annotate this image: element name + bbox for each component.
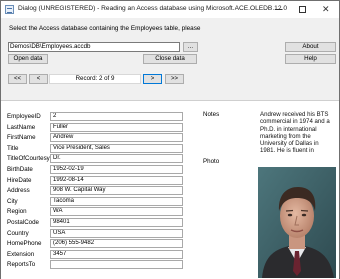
open-data-button[interactable]: Open data	[8, 54, 48, 64]
field-label: Title	[7, 145, 19, 152]
field-value-input[interactable]: 2	[50, 112, 183, 121]
field-label: HomePhone	[7, 240, 42, 247]
about-button[interactable]: About	[285, 42, 336, 52]
database-path-input[interactable]: Demos\DB\Employees.accdb	[8, 42, 180, 52]
last-record-button[interactable]: >>	[165, 74, 184, 84]
photo-label: Photo	[203, 158, 220, 165]
field-label: HireDate	[7, 177, 32, 184]
field-label: Address	[7, 187, 30, 194]
field-value-input[interactable]: Vice President, Sales	[50, 144, 183, 153]
title-bar: Dialog (UNREGISTERED) - Reading an Acces…	[1, 1, 339, 18]
record-indicator: Record: 2 of 9	[49, 74, 141, 84]
close-data-button[interactable]: Close data	[143, 54, 197, 64]
field-value-input[interactable]: WA	[50, 207, 183, 216]
field-label: Extension	[7, 251, 35, 258]
field-value-input[interactable]: Fuller	[50, 123, 183, 132]
field-value-input[interactable]: 1952-02-19	[50, 165, 183, 174]
browse-button[interactable]: ...	[183, 42, 198, 52]
previous-record-button[interactable]: <	[29, 74, 48, 84]
instruction-text: Select the Access database containing th…	[9, 25, 201, 32]
help-button[interactable]: Help	[285, 54, 336, 64]
close-icon: ✕	[322, 4, 330, 14]
window-title: Dialog (UNREGISTERED) - Reading an Acces…	[18, 5, 287, 12]
field-value-input[interactable]: Andrew	[50, 133, 183, 142]
field-value-input[interactable]: USA	[50, 229, 183, 238]
field-value-input[interactable]: Tacoma	[50, 197, 183, 206]
field-label: Country	[7, 230, 29, 237]
field-value-input[interactable]: 1992-08-14	[50, 176, 183, 185]
field-value-input[interactable]: 3457	[50, 250, 183, 259]
notes-label: Notes	[203, 111, 220, 118]
field-label: EmployeeID	[7, 113, 41, 120]
field-label: BirthDate	[7, 166, 33, 173]
field-label: Region	[7, 208, 27, 215]
maximize-button[interactable]	[291, 1, 315, 18]
field-label: LastName	[7, 124, 36, 131]
dialog-window-icon	[5, 5, 14, 14]
minimize-icon	[275, 9, 282, 10]
next-record-button[interactable]: >	[143, 74, 162, 84]
notes-text[interactable]: Andrew received his BTS commercial in 19…	[258, 110, 336, 154]
first-record-button[interactable]: <<	[8, 74, 27, 84]
field-value-input[interactable]: 908 W. Capital Way	[50, 186, 183, 195]
field-label: FirstName	[7, 134, 36, 141]
close-window-button[interactable]: ✕	[315, 1, 339, 18]
employee-photo	[258, 167, 336, 278]
field-label: PostalCode	[7, 219, 39, 226]
minimize-button[interactable]	[267, 1, 291, 18]
field-label: City	[7, 198, 18, 205]
field-label: ReportsTo	[7, 261, 36, 268]
field-label: TitleOfCourtesy	[7, 155, 50, 162]
field-value-input[interactable]: Dr.	[50, 154, 183, 163]
dialog-window: Dialog (UNREGISTERED) - Reading an Acces…	[0, 0, 340, 279]
maximize-icon	[299, 6, 306, 13]
field-value-input[interactable]: 98401	[50, 218, 183, 227]
field-value-input[interactable]: (206) 555-9482	[50, 239, 183, 248]
field-value-input[interactable]	[50, 260, 183, 269]
